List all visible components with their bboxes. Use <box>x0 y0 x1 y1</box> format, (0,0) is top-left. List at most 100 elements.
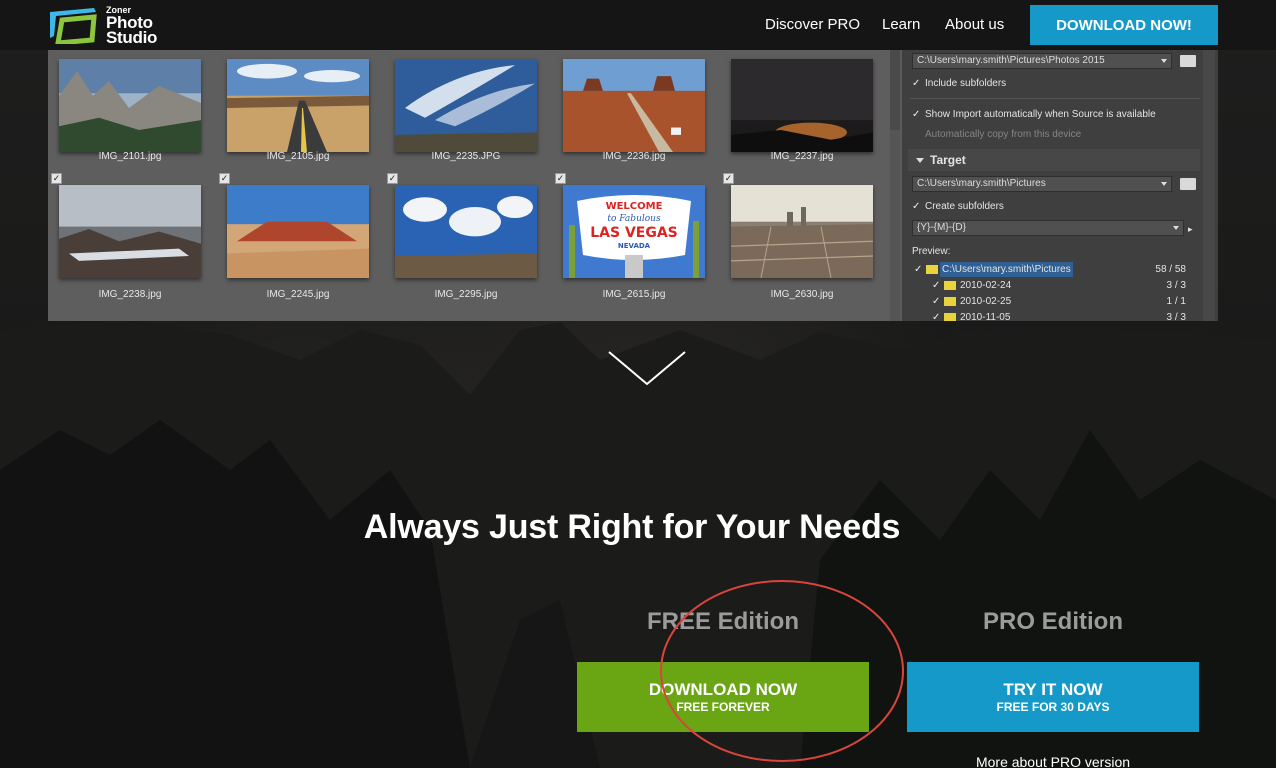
download-now-button[interactable]: DOWNLOAD NOW! <box>1030 5 1218 45</box>
tree-count: 3 / 3 <box>1166 312 1186 321</box>
thumbnail-item[interactable]: ✓ IMG_2245.jpg <box>216 172 376 312</box>
divider <box>910 98 1200 99</box>
chevron-down-icon <box>1161 182 1167 186</box>
thumbnail-item[interactable]: ✓ WELCOME to Fabulous LAS VEGAS NEVADA I… <box>552 172 712 312</box>
include-subfolders-label: Include subfolders <box>925 78 1007 89</box>
thumbnail-filename: IMG_2615.jpg <box>602 289 666 300</box>
thumbnail-checkbox[interactable]: ✓ <box>555 173 566 184</box>
thumbnail-item[interactable]: IMG_2105.jpg <box>216 50 376 190</box>
tree-label: 2010-11-05 <box>960 312 1011 321</box>
chevron-down-icon <box>1161 59 1167 63</box>
create-subfolders-checkbox[interactable]: ✓ <box>912 201 923 212</box>
tree-row[interactable]: ✓ 2010-11-05 3 / 3 <box>912 310 1202 321</box>
folder-icon <box>944 313 956 321</box>
thumbnail-image-road <box>227 59 369 152</box>
subfolder-pattern-select[interactable]: {Y}-{M}-{D} <box>912 220 1184 236</box>
thumbnail-image-mountains <box>59 59 201 152</box>
logo-mark-icon <box>50 8 97 44</box>
nav-link-discover-pro[interactable]: Discover PRO <box>765 16 860 33</box>
source-path-select[interactable]: C:\Users\mary.smith\Pictures\Photos 2015 <box>912 53 1172 69</box>
thumbnail-filename: IMG_2236.jpg <box>602 151 666 162</box>
pro-trial-button[interactable]: TRY IT NOW FREE FOR 30 DAYS <box>907 662 1199 732</box>
thumbnail-item[interactable]: IMG_2235.JPG <box>384 50 544 190</box>
logo-wordmark: Zoner Photo Studio <box>106 6 158 47</box>
include-subfolders-checkbox[interactable]: ✓ <box>912 78 923 89</box>
folder-icon[interactable] <box>1180 55 1196 67</box>
scroll-down-chevron-icon[interactable] <box>607 350 687 388</box>
import-settings-panel: C:\Users\mary.smith\Pictures\Photos 2015… <box>902 50 1218 321</box>
thumbnail-checkbox[interactable]: ✓ <box>51 173 62 184</box>
thumbnail-filename: IMG_2105.jpg <box>266 151 330 162</box>
folder-icon <box>944 297 956 306</box>
section-headline: Always Just Right for Your Needs <box>363 508 901 546</box>
pro-trial-button-sublabel: FREE FOR 30 DAYS <box>996 699 1110 714</box>
target-path-select[interactable]: C:\Users\mary.smith\Pictures <box>912 176 1172 192</box>
thumbnail-item[interactable]: IMG_2236.jpg <box>552 50 712 190</box>
tree-checkbox[interactable]: ✓ <box>914 262 922 277</box>
preview-label: Preview: <box>912 246 951 257</box>
thumbnail-checkbox[interactable]: ✓ <box>723 173 734 184</box>
folder-icon[interactable] <box>1180 178 1196 190</box>
target-section-header[interactable]: Target <box>908 149 1200 171</box>
sign-las-vegas-text: LAS VEGAS <box>590 225 678 241</box>
thumbnail-item[interactable]: ✓ IMG_2238.jpg <box>48 172 208 312</box>
tree-label: 2010-02-24 <box>960 280 1012 291</box>
thumbnail-item[interactable]: ✓ IMG_2295.jpg <box>384 172 544 312</box>
folder-icon <box>944 281 956 290</box>
tree-row[interactable]: ✓ C:\Users\mary.smith\Pictures 58 / 58 <box>912 262 1202 277</box>
pro-edition-title: PRO Edition <box>983 608 1123 635</box>
folder-icon <box>926 265 938 274</box>
more-about-pro-link[interactable]: More about PRO version <box>907 754 1199 768</box>
thumbnail-item[interactable]: IMG_2101.jpg <box>48 50 208 190</box>
nav-link-about-us[interactable]: About us <box>945 16 1004 33</box>
grid-scrollbar-thumb[interactable] <box>890 50 900 130</box>
show-import-checkbox[interactable]: ✓ <box>912 109 923 120</box>
create-subfolders-label: Create subfolders <box>925 201 1004 212</box>
thumbnail-checkbox[interactable]: ✓ <box>387 173 398 184</box>
app-screenshot-import-window: IMG_2101.jpg IMG_2105.jpg IMG_2235.JPG I… <box>48 50 1218 321</box>
tree-label: 2010-02-25 <box>960 296 1012 307</box>
arrow-right-icon[interactable]: ▸ <box>1188 224 1193 235</box>
thumbnail-filename: IMG_2630.jpg <box>770 289 834 300</box>
thumbnail-item[interactable]: IMG_2237.jpg <box>720 50 880 190</box>
tree-checkbox[interactable]: ✓ <box>932 310 940 321</box>
thumbnail-image-las-vegas-sign: WELCOME to Fabulous LAS VEGAS NEVADA <box>563 185 705 278</box>
show-import-label: Show Import automatically when Source is… <box>925 109 1156 120</box>
target-path-value: C:\Users\mary.smith\Pictures <box>917 178 1046 189</box>
auto-copy-label: Automatically copy from this device <box>925 129 1082 140</box>
thumbnail-image-clouds <box>395 185 537 278</box>
nav-link-learn[interactable]: Learn <box>882 16 920 33</box>
subfolder-pattern-value: {Y}-{M}-{D} <box>917 222 966 233</box>
tree-count: 1 / 1 <box>1166 296 1186 307</box>
thumbnail-grid: IMG_2101.jpg IMG_2105.jpg IMG_2235.JPG I… <box>48 50 890 321</box>
collapse-triangle-icon <box>916 158 924 163</box>
tree-checkbox[interactable]: ✓ <box>932 278 940 293</box>
settings-scrollbar[interactable] <box>1203 50 1215 321</box>
tree-checkbox[interactable]: ✓ <box>932 294 940 309</box>
sign-fabulous-text: to Fabulous <box>607 214 661 224</box>
thumbnail-image-valley <box>59 185 201 278</box>
thumbnail-filename: IMG_2295.jpg <box>434 289 498 300</box>
thumbnail-image-night <box>731 59 873 152</box>
logo-line-2: Studio <box>106 28 158 47</box>
sign-welcome-text: WELCOME <box>606 201 663 212</box>
zoner-photo-studio-logo[interactable]: Zoner Photo Studio <box>48 6 178 46</box>
pro-trial-button-label: TRY IT NOW <box>1003 679 1103 699</box>
tree-label: C:\Users\mary.smith\Pictures <box>940 262 1073 277</box>
tree-row[interactable]: ✓ 2010-02-25 1 / 1 <box>912 294 1202 309</box>
thumbnail-filename: IMG_2235.JPG <box>431 151 501 162</box>
thumbnail-item[interactable]: ✓ IMG_2630.jpg <box>720 172 880 312</box>
top-navigation-bar: Zoner Photo Studio Discover PRO Learn Ab… <box>0 0 1276 50</box>
tree-count: 58 / 58 <box>1155 264 1186 275</box>
target-section-title: Target <box>930 153 966 167</box>
thumbnail-image-desert-road <box>563 59 705 152</box>
source-path-value: C:\Users\mary.smith\Pictures\Photos 2015 <box>917 55 1105 66</box>
thumbnail-image-city <box>731 185 873 278</box>
red-circle-annotation <box>660 580 904 762</box>
thumbnail-image-red-rock <box>227 185 369 278</box>
tree-count: 3 / 3 <box>1166 280 1186 291</box>
tree-row[interactable]: ✓ 2010-02-24 3 / 3 <box>912 278 1202 293</box>
thumbnail-checkbox[interactable]: ✓ <box>219 173 230 184</box>
thumbnail-filename: IMG_2238.jpg <box>98 289 162 300</box>
sign-nevada-text: NEVADA <box>618 242 651 250</box>
